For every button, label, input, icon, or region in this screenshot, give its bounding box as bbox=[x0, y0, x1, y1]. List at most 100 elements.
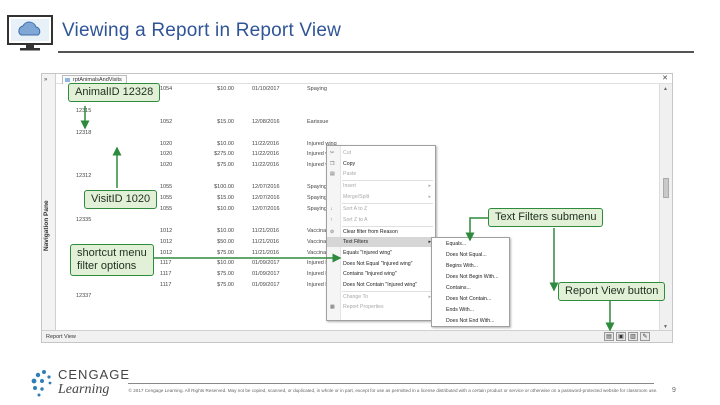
visit-date-cell: 11/22/2016 bbox=[252, 140, 280, 147]
text-filter-option[interactable]: Does Not Begin With... bbox=[432, 272, 509, 283]
menu-item-label: Paste bbox=[343, 171, 357, 178]
visit-id-cell: 1117 bbox=[160, 260, 172, 267]
visit-date-cell: 11/22/2016 bbox=[252, 151, 280, 158]
navigation-pane[interactable]: » Navigation Pane bbox=[42, 74, 56, 332]
menu-item-label: Text Filters bbox=[343, 239, 369, 246]
amount-cell: $10.00 bbox=[217, 260, 234, 267]
menu-item-sort-z-to-a[interactable]: ↑ Sort Z to A bbox=[327, 215, 435, 225]
scroll-up-icon[interactable]: ▲ bbox=[663, 86, 668, 92]
menu-item-copy[interactable]: ❐ Copy bbox=[327, 159, 435, 169]
layout-view-button[interactable]: ▥ bbox=[628, 332, 638, 341]
reason-cell: Earissue bbox=[307, 118, 329, 125]
text-filters-submenu: Equals... Does Not Equal... Begins With...… bbox=[431, 237, 510, 327]
text-filter-option[interactable]: Begins With... bbox=[432, 261, 509, 272]
brand-subname: Learning bbox=[58, 382, 110, 397]
menu-item-merge-split[interactable]: Merge/Split ▸ bbox=[327, 192, 435, 202]
visit-date-cell: 01/09/2017 bbox=[252, 282, 280, 289]
visit-id-cell: 1054 bbox=[160, 86, 173, 92]
visit-date-cell: 01/09/2017 bbox=[252, 271, 280, 278]
callout-animal-id: AnimalID 12328 bbox=[68, 83, 161, 102]
amount-cell: $10.00 bbox=[217, 140, 234, 147]
visit-date-cell: 01/10/2017 bbox=[252, 86, 280, 92]
animal-id-cell: 12335 bbox=[76, 216, 92, 223]
menu-item-label: Equals "Injured wing" bbox=[343, 249, 392, 256]
menu-item-sort-a-to-z[interactable]: ↓ Sort A to Z bbox=[327, 204, 435, 214]
visit-id-cell: 1020 bbox=[160, 162, 173, 169]
footer-divider bbox=[128, 383, 654, 384]
visit-id-cell: 1012 bbox=[160, 238, 173, 245]
visit-id-cell: 1055 bbox=[160, 195, 173, 201]
animal-id-cell: 12318 bbox=[76, 129, 92, 136]
sort-ascending-icon: ↓ bbox=[330, 206, 333, 212]
slide-title: Viewing a Report in Report View bbox=[62, 20, 342, 41]
menu-item-label: Sort Z to A bbox=[343, 216, 368, 223]
menu-item-label: Copy bbox=[343, 160, 356, 167]
reason-cell: Spaying bbox=[307, 195, 327, 201]
amount-cell: $50.00 bbox=[217, 238, 234, 245]
visit-date-cell: 12/07/2016 bbox=[252, 184, 280, 191]
amount-cell: $75.00 bbox=[217, 282, 234, 289]
visit-date-cell: 01/09/2017 bbox=[252, 260, 280, 267]
menu-item-cut[interactable]: ✂ Cut bbox=[327, 148, 435, 158]
visit-id-cell: 1117 bbox=[160, 271, 172, 278]
copyright-notice: © 2017 Cengage Learning. All Rights Rese… bbox=[128, 388, 658, 393]
visit-id-cell: 1012 bbox=[160, 249, 173, 256]
menu-item-label: Sort A to Z bbox=[343, 206, 368, 212]
report-view-button[interactable]: ▤ bbox=[604, 332, 614, 341]
print-preview-button[interactable]: ▣ bbox=[616, 332, 626, 341]
submenu-arrow-icon: ▸ bbox=[428, 183, 431, 190]
visit-date-cell: 12/07/2016 bbox=[252, 195, 280, 201]
text-filter-option[interactable]: Does Not Equal... bbox=[432, 250, 509, 261]
amount-cell: $15.00 bbox=[217, 195, 234, 201]
visit-id-cell: 1052 bbox=[160, 118, 173, 125]
reason-cell: Spaying bbox=[307, 205, 327, 212]
menu-item-equals-injured-wing[interactable]: Equals "Injured wing" bbox=[327, 248, 435, 258]
cengage-logo: CENGAGE Learning bbox=[30, 366, 129, 401]
visit-date-cell: 11/21/2016 bbox=[252, 249, 280, 256]
scrollbar-thumb[interactable] bbox=[663, 178, 669, 198]
amount-cell: $15.00 bbox=[217, 118, 234, 125]
submenu-arrow-icon: ▸ bbox=[428, 193, 431, 200]
status-label: Report View bbox=[46, 334, 76, 340]
scissors-icon: ✂ bbox=[330, 150, 335, 156]
menu-item-does-not-equal-injured-wing[interactable]: Does Not Equal "Injured wing" bbox=[327, 259, 435, 269]
shortcut-menu: ✂ Cut ❐ Copy ▤ Paste Insert ▸ Merge/Split ▸ ↓ Sort … bbox=[326, 145, 436, 321]
sort-descending-icon: ↑ bbox=[330, 216, 333, 223]
menu-item-contains-injured-wing[interactable]: Contains "Injured wing" bbox=[327, 269, 435, 279]
properties-icon: ▦ bbox=[330, 304, 335, 311]
text-filter-option[interactable]: Equals... bbox=[432, 239, 509, 250]
visit-id-cell: 1055 bbox=[160, 184, 173, 191]
shutter-bar-icon[interactable]: » bbox=[44, 77, 53, 84]
reason-cell: Spaying bbox=[307, 184, 327, 191]
menu-item-label: Merge/Split bbox=[343, 193, 370, 200]
callout-report-view: Report View button bbox=[558, 282, 666, 301]
amount-cell: $75.00 bbox=[217, 249, 234, 256]
page-number: 9 bbox=[672, 387, 676, 394]
visit-id-cell: 1055 bbox=[160, 205, 173, 212]
menu-item-clear-filter-from-reason[interactable]: ⊘ Clear filter from Reason bbox=[327, 227, 435, 237]
visit-id-cell: 1020 bbox=[160, 140, 173, 147]
text-filter-option[interactable]: Does Not End With... bbox=[432, 316, 509, 327]
menu-item-label: Change To bbox=[343, 293, 368, 300]
close-icon[interactable]: ✕ bbox=[662, 74, 668, 82]
callout-text-filters: Text Filters submenu bbox=[488, 208, 604, 227]
design-view-button[interactable]: ✎ bbox=[640, 332, 650, 341]
amount-cell: $75.00 bbox=[217, 162, 234, 169]
visit-date-cell: 11/21/2016 bbox=[252, 227, 280, 234]
menu-item-change-to[interactable]: Change To ▸ bbox=[327, 292, 435, 302]
menu-item-report-properties[interactable]: ▦ Report Properties bbox=[327, 302, 435, 312]
visit-id-cell: 1117 bbox=[160, 282, 172, 289]
menu-item-label: Does Not Contain "Injured wing" bbox=[343, 281, 418, 288]
menu-item-paste[interactable]: ▤ Paste bbox=[327, 169, 435, 179]
menu-item-label: Contains "Injured wing" bbox=[343, 271, 397, 278]
text-filter-option[interactable]: Contains... bbox=[432, 283, 509, 294]
animal-id-cell: 12315 bbox=[76, 107, 92, 114]
menu-item-insert[interactable]: Insert ▸ bbox=[327, 181, 435, 191]
text-filter-option[interactable]: Does Not Contain... bbox=[432, 294, 509, 305]
menu-item-does-not-contain-injured-wing[interactable]: Does Not Contain "Injured wing" bbox=[327, 280, 435, 290]
visit-date-cell: 12/07/2016 bbox=[252, 205, 280, 212]
menu-item-label: Report Properties bbox=[343, 304, 384, 311]
menu-item-text-filters[interactable]: Text Filters ▸ bbox=[327, 237, 435, 248]
text-filter-option[interactable]: Ends With... bbox=[432, 305, 509, 316]
menu-item-label: Does Not Equal "Injured wing" bbox=[343, 260, 413, 267]
